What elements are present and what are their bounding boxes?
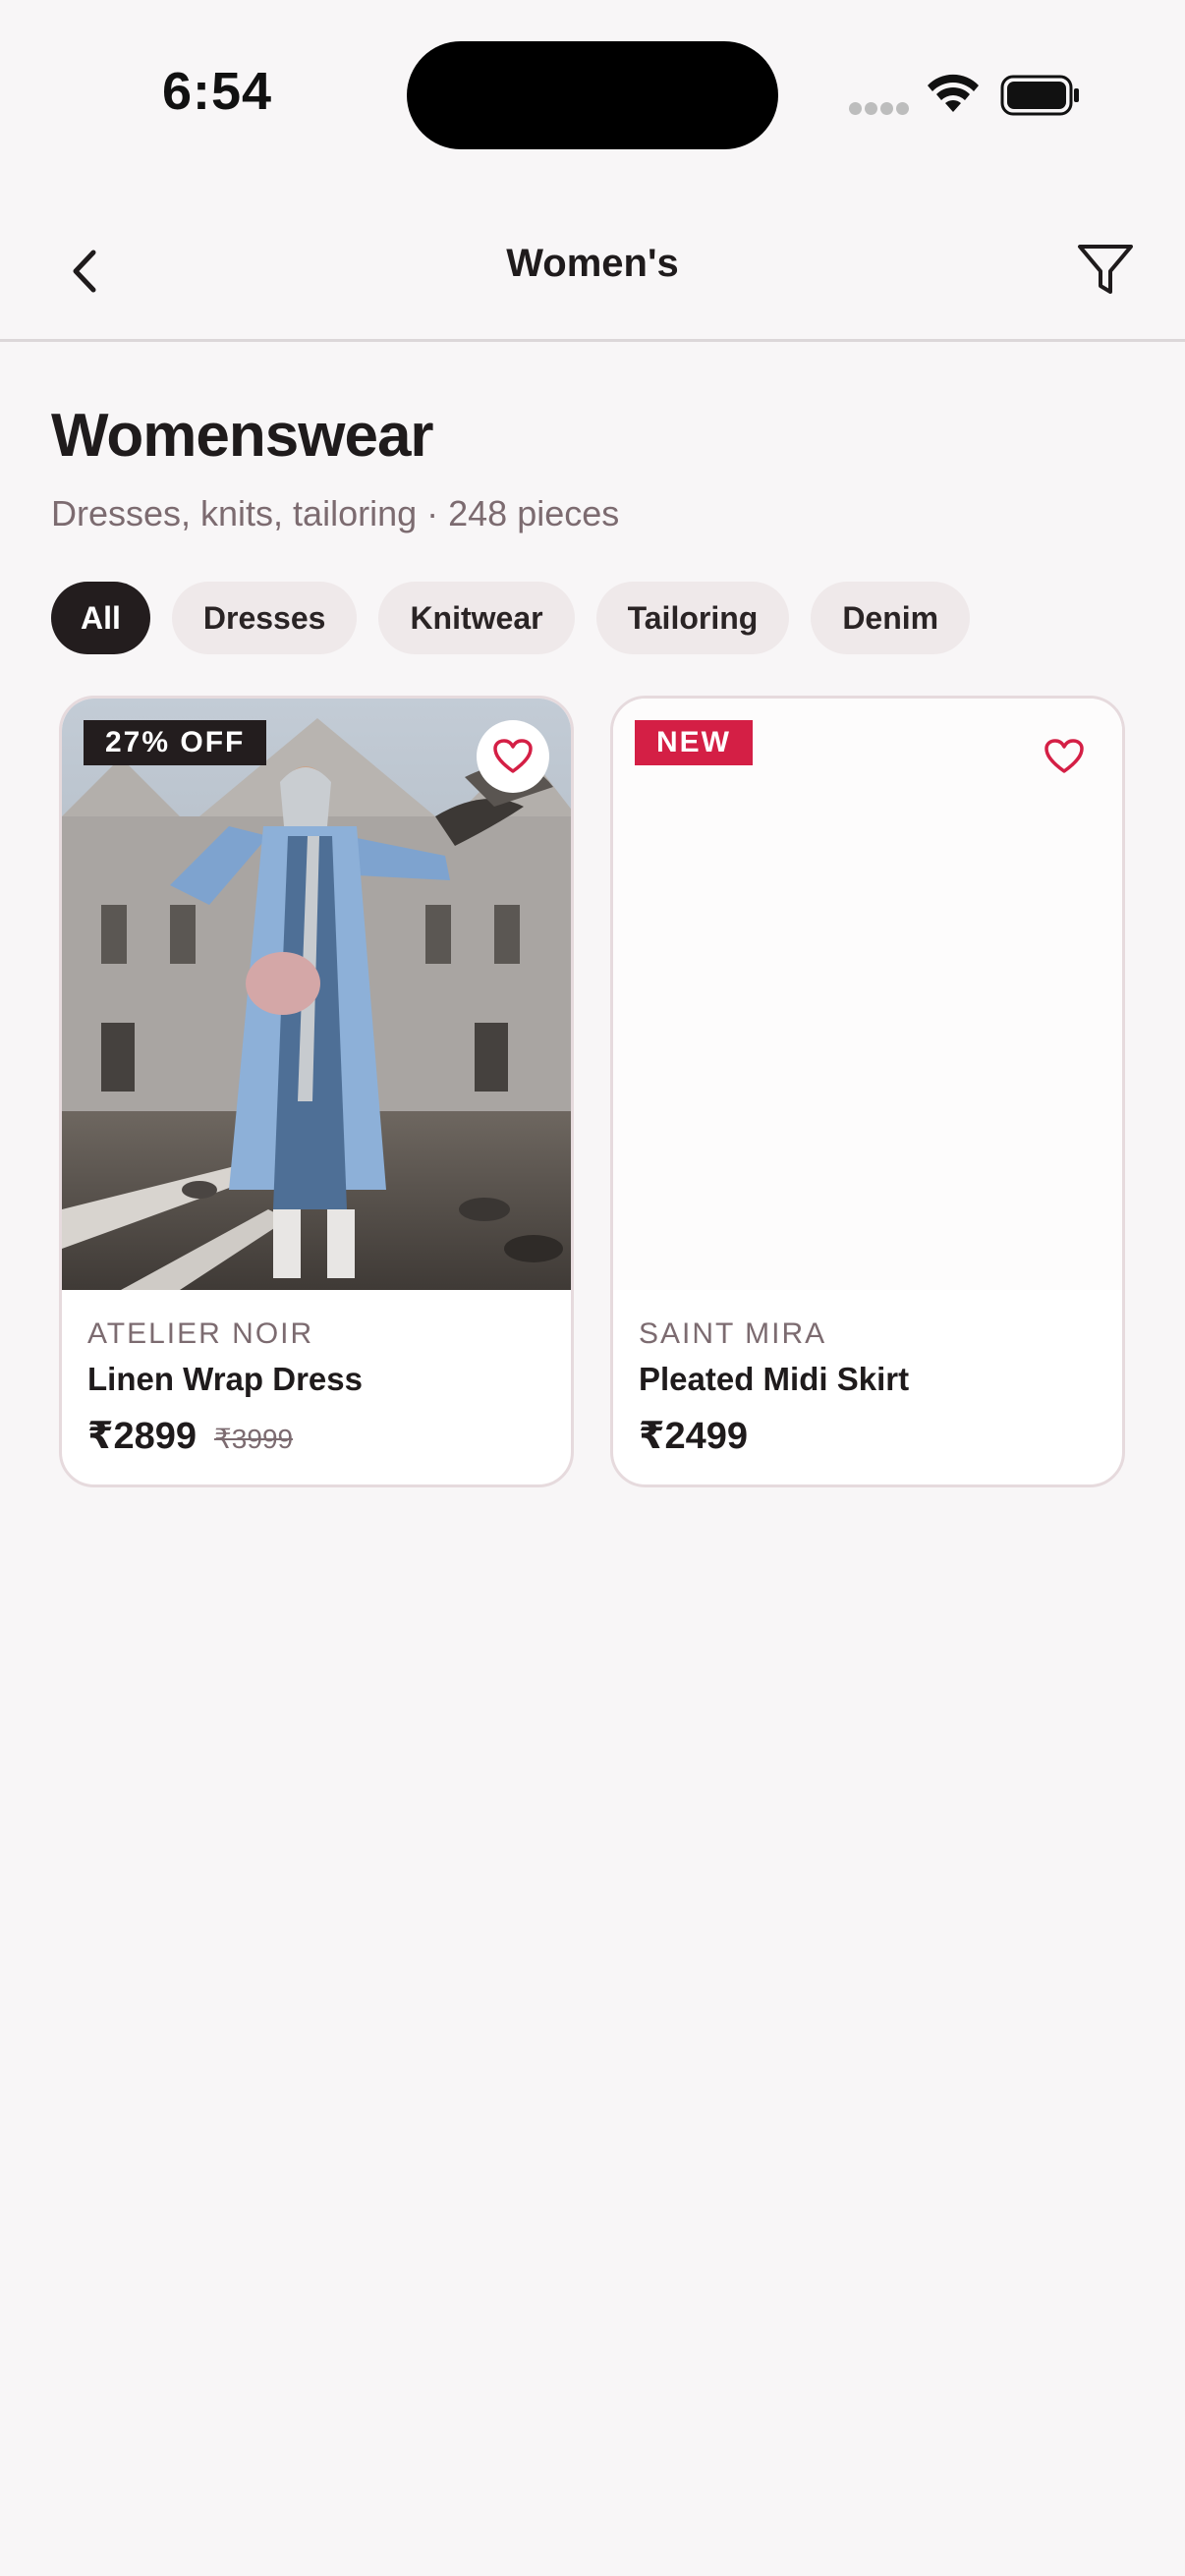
product-image: 27% OFF — [62, 699, 571, 1290]
chip-tailoring[interactable]: Tailoring — [595, 582, 790, 654]
page-subtitle: Dresses, knits, tailoring · 248 pieces — [51, 493, 620, 533]
status-time: 6:54 — [162, 62, 273, 121]
product-old-price: ₹3999 — [213, 1424, 294, 1454]
discount-badge: 27% OFF — [84, 720, 267, 765]
new-badge: NEW — [635, 720, 753, 765]
wifi-icon — [928, 74, 979, 112]
product-image-placeholder: NEW — [613, 699, 1122, 1290]
status-bar: 6:54 — [0, 0, 1185, 187]
product-prices: ₹2899 ₹3999 — [87, 1414, 293, 1458]
dynamic-island — [407, 41, 778, 149]
category-chips: All Dresses Knitwear Tailoring Denim — [51, 582, 971, 654]
nav-title: Women's — [506, 242, 679, 285]
product-price: ₹2899 — [87, 1416, 197, 1457]
chip-dresses[interactable]: Dresses — [171, 582, 358, 654]
battery-icon — [1000, 75, 1079, 116]
heart-icon — [493, 739, 533, 773]
page-title: Womenswear — [51, 402, 434, 470]
product-card[interactable]: 27% OFF ATELIER NOIR Linen Wrap Dress ₹2… — [59, 696, 574, 1487]
chip-knitwear[interactable]: Knitwear — [378, 582, 575, 654]
product-name: Pleated Midi Skirt — [639, 1361, 910, 1397]
nav-header: Women's — [0, 187, 1185, 342]
cellular-signal-icon — [849, 102, 909, 116]
heart-icon — [1044, 739, 1084, 773]
chip-denim[interactable]: Denim — [811, 582, 971, 654]
wishlist-button[interactable] — [1028, 720, 1100, 793]
product-prices: ₹2499 — [639, 1414, 748, 1458]
chip-all[interactable]: All — [51, 582, 150, 654]
product-brand: SAINT MIRA — [639, 1317, 827, 1350]
wishlist-button[interactable] — [477, 720, 549, 793]
product-brand: ATELIER NOIR — [87, 1317, 314, 1350]
filter-funnel-icon — [1078, 245, 1133, 294]
filter-button[interactable] — [1071, 236, 1140, 305]
product-price: ₹2499 — [639, 1416, 748, 1457]
product-name: Linen Wrap Dress — [87, 1361, 363, 1397]
product-card[interactable]: NEW SAINT MIRA Pleated Midi Skirt ₹2499 — [610, 696, 1125, 1487]
